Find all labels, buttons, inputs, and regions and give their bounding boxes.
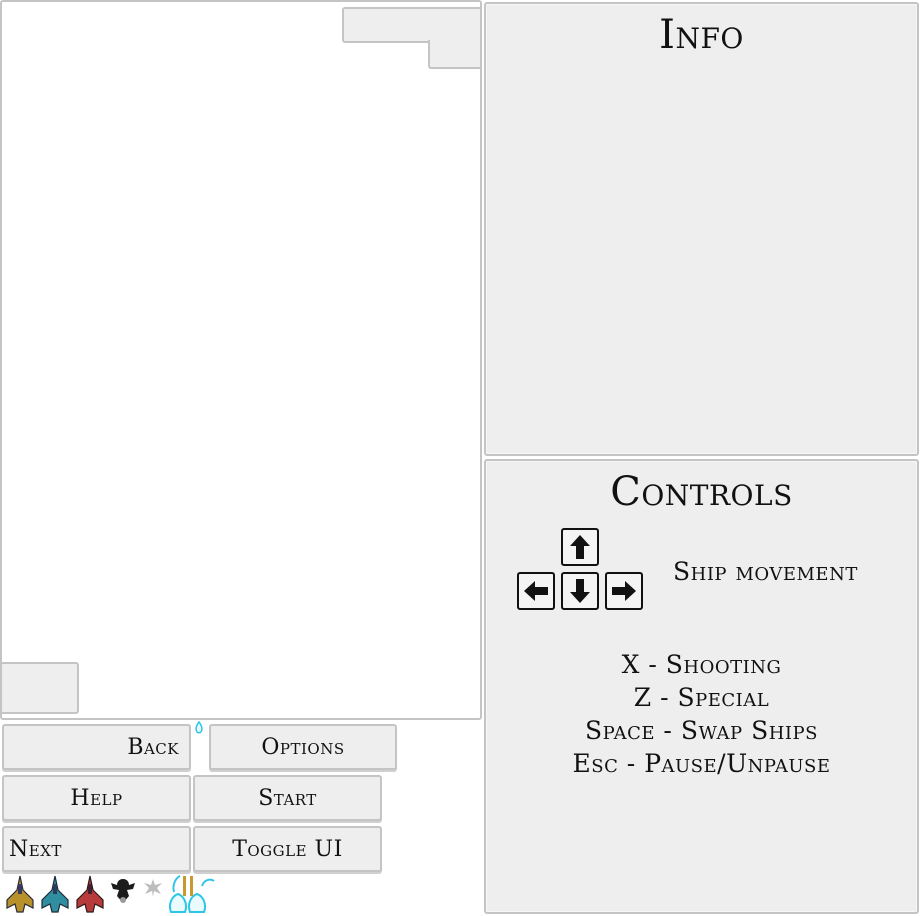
score-box-tail bbox=[428, 40, 482, 69]
enemy-grey-icon bbox=[144, 879, 162, 897]
next-button[interactable]: Next bbox=[2, 826, 191, 872]
ship-movement-label: Ship movement bbox=[673, 557, 858, 586]
control-shoot: X - Shooting bbox=[621, 650, 782, 679]
lives-box bbox=[0, 662, 79, 714]
start-button[interactable]: Start bbox=[193, 775, 382, 821]
controls-panel: Controls Ship movement X - Shooting Z - … bbox=[484, 459, 919, 914]
toggle-ui-button-label: Toggle UI bbox=[232, 836, 343, 862]
arrow-down-key bbox=[561, 572, 599, 610]
info-title: Info bbox=[659, 12, 744, 58]
start-button-label: Start bbox=[258, 785, 317, 811]
help-button[interactable]: Help bbox=[2, 775, 191, 821]
help-button-label: Help bbox=[70, 785, 123, 811]
control-swap: Space - Swap Ships bbox=[584, 716, 818, 745]
ship-gold-icon bbox=[6, 875, 34, 913]
cursor-marker-icon bbox=[195, 721, 203, 734]
arrow-right-key bbox=[605, 572, 643, 610]
controls-list: X - Shooting Z - Special Space - Swap Sh… bbox=[486, 648, 917, 780]
ship-teal-icon bbox=[41, 875, 69, 913]
toggle-ui-button[interactable]: Toggle UI bbox=[193, 826, 382, 872]
control-pause: Esc - Pause/Unpause bbox=[572, 749, 831, 778]
back-button-label: Back bbox=[127, 734, 179, 760]
projectile-cyan-icon bbox=[168, 875, 215, 913]
arrow-down-icon bbox=[570, 579, 590, 603]
enemy-black-icon bbox=[111, 879, 135, 903]
options-button-label: Options bbox=[261, 734, 345, 760]
arrow-up-key bbox=[561, 528, 599, 566]
next-button-label: Next bbox=[9, 836, 62, 862]
controls-title: Controls bbox=[610, 469, 793, 515]
arrow-left-key bbox=[517, 572, 555, 610]
back-button[interactable]: Back bbox=[2, 724, 191, 770]
arrow-left-icon bbox=[524, 581, 548, 601]
arrow-up-icon bbox=[570, 535, 590, 559]
score-box bbox=[342, 7, 482, 43]
control-special: Z - Special bbox=[633, 683, 770, 712]
info-panel: Info bbox=[484, 2, 919, 456]
game-playfield[interactable] bbox=[0, 0, 482, 720]
ship-red-icon bbox=[76, 875, 104, 913]
options-button[interactable]: Options bbox=[209, 724, 397, 770]
arrow-right-icon bbox=[612, 581, 636, 601]
